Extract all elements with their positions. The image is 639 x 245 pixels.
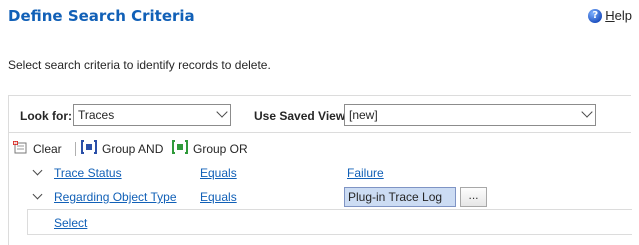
criteria-toolbar: Clear Group AND Group OR: [9, 133, 631, 161]
saved-view-value: [new]: [349, 108, 378, 122]
instructions-text: Select search criteria to identify recor…: [8, 58, 271, 72]
condition-row: Regarding Object Type Equals Plug-in Tra…: [9, 185, 631, 209]
clear-label: Clear: [33, 141, 62, 156]
group-or-label: Group OR: [193, 141, 248, 156]
group-or-button[interactable]: Group OR: [172, 139, 248, 158]
saved-view-select[interactable]: [new]: [344, 104, 596, 126]
criteria-panel: Look for: Traces Use Saved View: [new] C…: [8, 95, 632, 245]
toolbar-separator: [75, 142, 76, 156]
condition-field-link[interactable]: Regarding Object Type: [54, 190, 177, 204]
condition-value-link[interactable]: Failure: [347, 166, 384, 180]
condition-operator-link[interactable]: Equals: [200, 190, 237, 204]
group-or-icon: [172, 139, 188, 158]
look-for-label: Look for:: [20, 109, 72, 123]
help-link[interactable]: ? Help: [588, 8, 632, 23]
condition-operator-link[interactable]: Equals: [200, 166, 237, 180]
page-title: Define Search Criteria: [8, 7, 195, 25]
look-for-select[interactable]: Traces: [73, 104, 231, 126]
help-icon: ?: [588, 8, 603, 23]
condition-row: Trace Status Equals Failure: [9, 161, 631, 185]
help-label[interactable]: Help: [605, 8, 632, 23]
saved-view-label: Use Saved View:: [254, 109, 350, 123]
condition-field-link[interactable]: Trace Status: [54, 166, 122, 180]
clear-button[interactable]: Clear: [12, 139, 62, 158]
chevron-down-icon[interactable]: [32, 165, 43, 176]
lookup-button[interactable]: ...: [460, 187, 487, 207]
chevron-down-icon[interactable]: [32, 189, 43, 200]
condition-value-input[interactable]: Plug-in Trace Log: [344, 187, 456, 207]
chevron-down-icon: [216, 106, 228, 118]
add-condition-row: Select: [27, 209, 632, 235]
chevron-down-icon: [581, 106, 593, 118]
group-and-button[interactable]: Group AND: [81, 139, 163, 158]
group-and-label: Group AND: [102, 141, 164, 156]
look-for-row: Look for: Traces Use Saved View: [new]: [9, 96, 631, 133]
look-for-value: Traces: [78, 108, 115, 122]
select-field-link[interactable]: Select: [54, 216, 87, 230]
clear-icon: [12, 139, 28, 158]
group-and-icon: [81, 139, 97, 158]
